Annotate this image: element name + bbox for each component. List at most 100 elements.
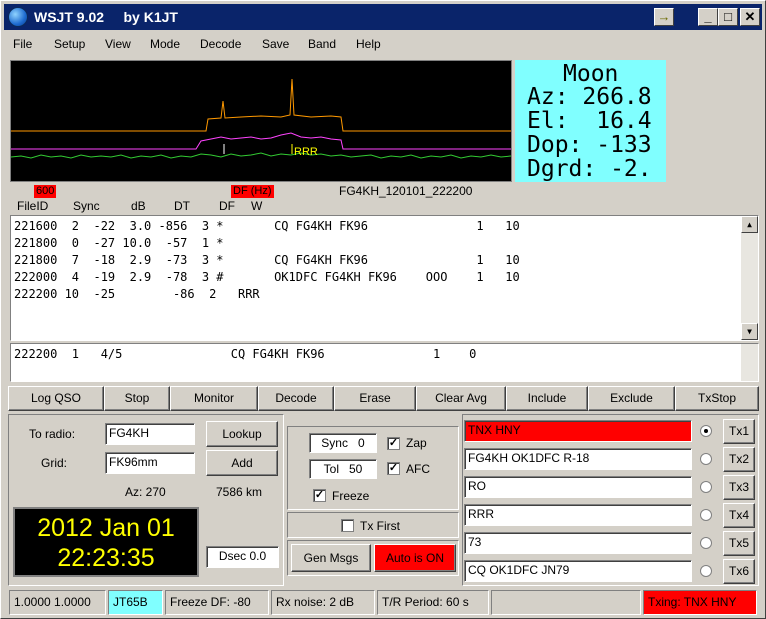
average-scrollbar[interactable] — [741, 344, 758, 381]
maximize-button[interactable]: □ — [718, 8, 738, 26]
col-sync: Sync — [73, 199, 100, 213]
main-window: WSJT 9.02 by K1JT → _ □ ✕ File Setup Vie… — [0, 0, 766, 619]
tx1-button[interactable]: Tx1 — [723, 419, 755, 444]
tx2-input[interactable]: FG4KH OK1DFC R-18 — [464, 448, 692, 470]
col-w: W — [251, 199, 263, 213]
log-qso-button[interactable]: Log QSO — [8, 386, 104, 411]
tx3-input[interactable]: RO — [464, 476, 692, 498]
menu-file[interactable]: File — [13, 37, 32, 51]
erase-button[interactable]: Erase — [334, 386, 416, 411]
azimuth-text: Az: 270 — [125, 485, 166, 499]
moon-panel: Moon Az: 266.8 El: 16.4 Dop: -133 Dgrd: … — [515, 60, 666, 182]
moon-dop: Dop: -133 — [527, 132, 652, 158]
decode-button[interactable]: Decode — [258, 386, 334, 411]
col-df: DF — [219, 199, 235, 213]
tx5-input[interactable]: 73 — [464, 532, 692, 554]
col-dt: DT — [174, 199, 190, 213]
tx1-radio[interactable] — [700, 425, 712, 437]
distance-text: 7586 km — [216, 485, 263, 499]
to-radio-label: To radio: — [29, 427, 76, 441]
tx4-input[interactable]: RRR — [464, 504, 692, 526]
zap-checkbox[interactable]: ✓ — [387, 437, 400, 450]
txstop-button[interactable]: TxStop — [675, 386, 759, 411]
menu-band[interactable]: Band — [308, 37, 336, 51]
tx6-radio[interactable] — [700, 565, 712, 577]
globe-icon — [8, 7, 28, 27]
status-txing: Txing: TNX HNY — [643, 590, 757, 615]
tx3-radio[interactable] — [700, 481, 712, 493]
clear-avg-button[interactable]: Clear Avg — [416, 386, 506, 411]
add-button[interactable]: Add — [206, 450, 278, 476]
exclude-button[interactable]: Exclude — [588, 386, 675, 411]
tx1-input[interactable]: TNX HNY — [464, 420, 692, 442]
magenta-trace — [11, 132, 511, 150]
decodes-scrollbar[interactable]: ▲ ▼ — [741, 216, 758, 340]
tx4-button[interactable]: Tx4 — [723, 503, 755, 528]
tx-first-label: Tx First — [360, 519, 400, 533]
freeze-label: Freeze — [332, 489, 370, 503]
sync-spinner[interactable]: Sync 0 — [309, 433, 377, 453]
decoded-text-area[interactable]: 221600 2 -22 3.0 -856 3 * CQ FG4KH FK96 … — [10, 215, 759, 341]
average-text-area[interactable]: 222200 1 4/5 CQ FG4KH FK96 1 0 — [10, 343, 759, 382]
tx3-button[interactable]: Tx3 — [723, 475, 755, 500]
menu-view[interactable]: View — [105, 37, 131, 51]
tx2-button[interactable]: Tx2 — [723, 447, 755, 472]
decode-row: 221800 0 -27 10.0 -57 1 * — [14, 236, 224, 250]
clock-time: 22:23:35 — [57, 544, 155, 572]
clock-display: 2012 Jan 01 22:23:35 — [13, 507, 199, 577]
menu-bar: File Setup View Mode Decode Save Band He… — [4, 33, 762, 55]
tx2-radio[interactable] — [700, 453, 712, 465]
menu-decode[interactable]: Decode — [200, 37, 241, 51]
gen-msgs-button[interactable]: Gen Msgs — [291, 544, 371, 572]
menu-help[interactable]: Help — [356, 37, 381, 51]
status-period: T/R Period: 60 s — [377, 590, 489, 615]
status-freeze: Freeze DF: -80 — [165, 590, 269, 615]
clock-date: 2012 Jan 01 — [37, 514, 175, 542]
decode-row: 221600 2 -22 3.0 -856 3 * CQ FG4KH FK96 … — [14, 219, 520, 233]
tx4-radio[interactable] — [700, 509, 712, 521]
menu-mode[interactable]: Mode — [150, 37, 180, 51]
orange-trace — [11, 78, 511, 132]
freeze-checkbox[interactable]: ✓ — [313, 489, 326, 502]
moon-dgrd: Dgrd: -2. — [527, 156, 652, 182]
arrow-icon[interactable]: → — [654, 8, 674, 26]
include-button[interactable]: Include — [506, 386, 588, 411]
zap-label: Zap — [406, 436, 427, 450]
window-title: WSJT 9.02 by K1JT — [34, 9, 178, 25]
spectrum-display[interactable]: RRR — [10, 60, 512, 182]
afc-checkbox[interactable]: ✓ — [387, 462, 400, 475]
scroll-up-icon[interactable]: ▲ — [741, 216, 758, 233]
close-button[interactable]: ✕ — [740, 8, 760, 26]
auto-button[interactable]: Auto is ON — [374, 544, 456, 572]
stop-button[interactable]: Stop — [104, 386, 170, 411]
monitor-button[interactable]: Monitor — [170, 386, 258, 411]
grid-label: Grid: — [41, 456, 68, 470]
tol-spinner[interactable]: Tol 50 — [309, 459, 377, 479]
scroll-down-icon[interactable]: ▼ — [741, 323, 758, 340]
moon-az: Az: 266.8 — [527, 84, 652, 110]
decode-row: 221800 7 -18 2.9 -73 3 * CQ FG4KH FK96 1… — [14, 253, 520, 267]
grid-input[interactable]: FK96mm — [105, 452, 195, 474]
tx5-radio[interactable] — [700, 537, 712, 549]
spectrum-plot: RRR — [10, 78, 512, 159]
afc-label: AFC — [406, 462, 430, 476]
dsec-display[interactable]: Dsec 0.0 — [206, 546, 279, 568]
file-name: FG4KH_120101_222200 — [339, 184, 473, 198]
status-mode: JT65B — [108, 590, 163, 615]
tx6-input[interactable]: CQ OK1DFC JN79 — [464, 560, 692, 582]
tx6-button[interactable]: Tx6 — [723, 559, 755, 584]
status-freq: 1.0000 1.0000 — [9, 590, 106, 615]
title-bar[interactable]: WSJT 9.02 by K1JT → _ □ ✕ — [4, 4, 762, 30]
minimize-button[interactable]: _ — [698, 8, 718, 26]
to-radio-input[interactable]: FG4KH — [105, 423, 195, 445]
menu-setup[interactable]: Setup — [54, 37, 85, 51]
status-spacer — [491, 590, 641, 615]
col-fileid: FileID — [17, 199, 49, 213]
tx-first-checkbox[interactable] — [341, 519, 354, 532]
noise-trace — [10, 152, 512, 159]
menu-save[interactable]: Save — [262, 37, 289, 51]
lookup-button[interactable]: Lookup — [206, 421, 278, 447]
average-row: 222200 1 4/5 CQ FG4KH FK96 1 0 — [14, 347, 477, 361]
moon-el: El: 16.4 — [527, 108, 652, 134]
tx5-button[interactable]: Tx5 — [723, 531, 755, 556]
